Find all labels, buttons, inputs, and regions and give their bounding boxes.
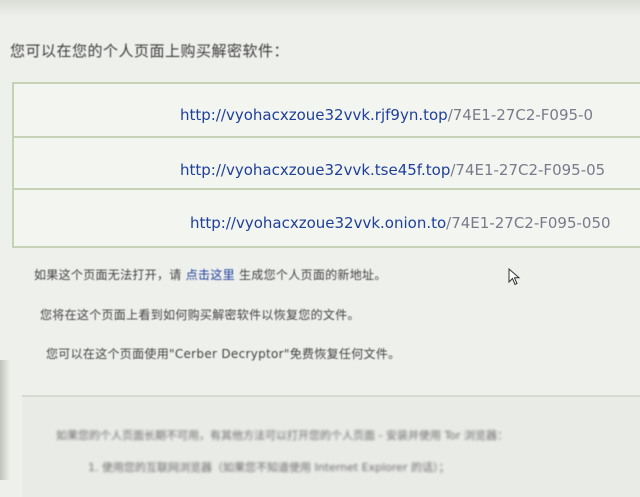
personal-page-link-2[interactable]: http://vyohacxzoue32vvk.tse45f.top/74E1-… (180, 161, 605, 179)
info-line-how-to-buy: 您将在这个页面上看到如何购买解密软件以恢复您的文件。 (40, 308, 360, 322)
link-row: http://vyohacxzoue32vvk.rjf9yn.top/74E1-… (14, 84, 640, 138)
info-line-free-decrypt: 您可以在这个页面使用"Cerber Decryptor"免费恢复任何文件。 (46, 347, 401, 361)
links-box: http://vyohacxzoue32vvk.rjf9yn.top/74E1-… (12, 82, 640, 248)
link-host: http://vyohacxzoue32vvk.tse45f.top (180, 161, 451, 179)
ransom-note-page: 您可以在您的个人页面上购买解密软件： http://vyohacxzoue32v… (0, 0, 640, 497)
info-line-new-address: 如果这个页面无法打开，请 点击这里 生成您个人页面的新地址。 (34, 266, 387, 283)
info-text: 如果这个页面无法打开，请 (34, 268, 186, 282)
link-path: /74E1-27C2-F095-0 (447, 106, 593, 124)
link-host: http://vyohacxzoue32vvk.onion.to (190, 214, 447, 232)
personal-page-link-3[interactable]: http://vyohacxzoue32vvk.onion.to/74E1-27… (190, 214, 611, 232)
link-path: /74E1-27C2-F095-05 (450, 161, 606, 179)
mouse-cursor-icon (508, 268, 521, 286)
click-here-link[interactable]: 点击这里 (186, 268, 235, 282)
tor-instructions-panel: 如果您的个人页面长期不可用，有其他方法可以打开您的个人页面 - 安装并使用 To… (22, 395, 640, 497)
personal-page-link-1[interactable]: http://vyohacxzoue32vvk.rjf9yn.top/74E1-… (180, 106, 593, 124)
screen-left-edge (0, 360, 10, 480)
link-host: http://vyohacxzoue32vvk.rjf9yn.top (180, 106, 448, 124)
intro-text: 您可以在您的个人页面上购买解密软件： (10, 42, 290, 60)
tor-instructions-intro: 如果您的个人页面长期不可用，有其他方法可以打开您的个人页面 - 安装并使用 To… (56, 429, 509, 442)
tor-instructions-step-1: 1. 使用您的互联网浏览器（如果您不知道使用 Internet Explorer… (88, 461, 450, 474)
info-text: 生成您个人页面的新地址。 (234, 268, 387, 282)
link-row: http://vyohacxzoue32vvk.onion.to/74E1-27… (14, 188, 640, 240)
link-row: http://vyohacxzoue32vvk.tse45f.top/74E1-… (14, 136, 640, 190)
screen-top-edge (0, 0, 640, 16)
link-path: /74E1-27C2-F095-050 (446, 214, 611, 232)
